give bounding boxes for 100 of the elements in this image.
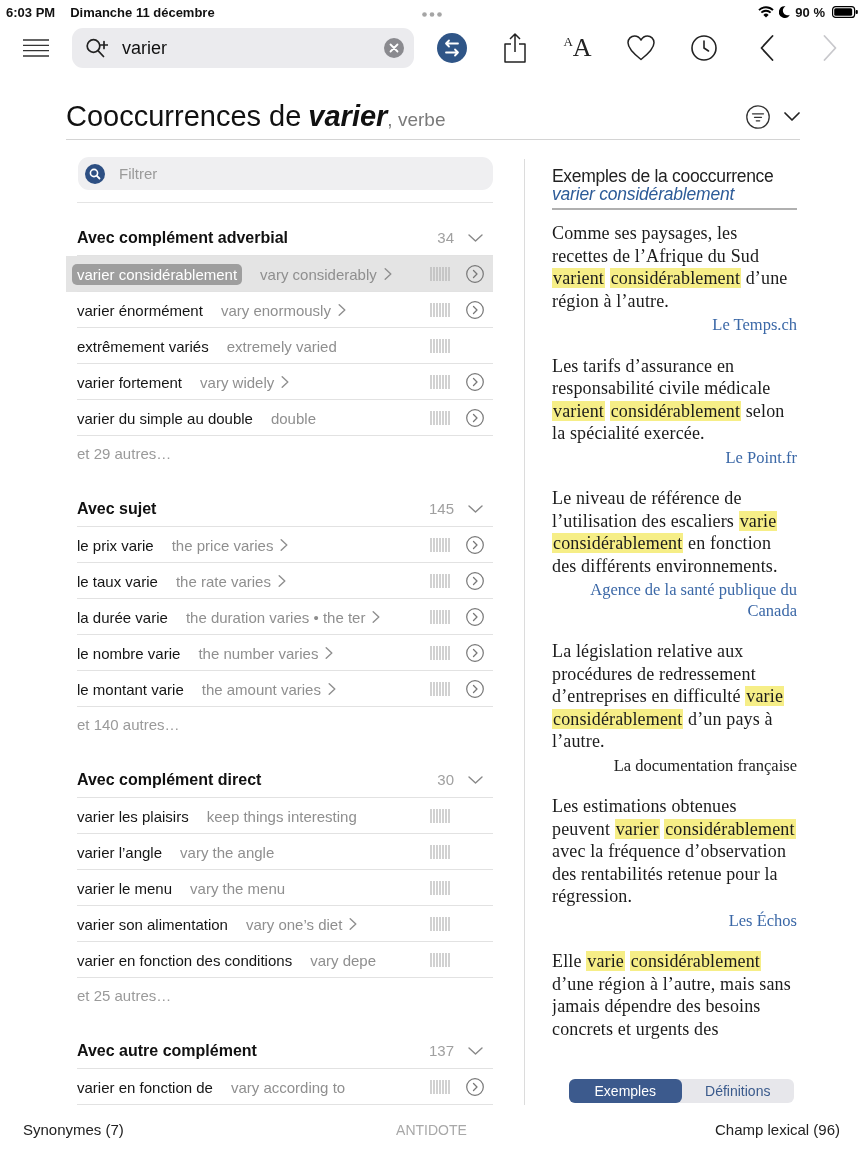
menu-icon[interactable] bbox=[23, 39, 49, 57]
source-link[interactable]: Les Échos bbox=[728, 910, 797, 931]
translation-text: vary widely bbox=[200, 373, 275, 391]
circled-chevron-icon[interactable] bbox=[466, 301, 484, 319]
translation-text: keep things interesting bbox=[206, 807, 357, 825]
circled-chevron-icon[interactable] bbox=[466, 373, 484, 391]
example-sentence: Comme ses paysages, les recettes de l’Afrique du Sud varient considérablement d’une région à l’autre. bbox=[552, 222, 789, 312]
frequency-bars-icon bbox=[430, 917, 450, 931]
source-link[interactable]: Agence de la santé publique du Canada bbox=[552, 580, 797, 621]
frequency-bars-icon bbox=[430, 303, 450, 317]
example-sentence: Les estimations obtenues peuvent varier considérablement avec la fréquence d’observation des rentabilités retenue pour la régression. bbox=[552, 795, 797, 908]
three-dots-icon[interactable] bbox=[422, 11, 442, 17]
term-label: varier du simple au double bbox=[77, 409, 253, 427]
example-sentence: Elle varie considérablement d’une région à l’autre, mais sans jamais dépendre des besoins concrets et urgents des bbox=[552, 950, 792, 1040]
frequency-bars-icon bbox=[430, 845, 450, 859]
status-time: 6:03 PM bbox=[6, 4, 56, 20]
frequency-bars-icon bbox=[430, 809, 450, 823]
translation-text: extremely varied bbox=[226, 337, 337, 355]
clear-icon[interactable] bbox=[384, 38, 404, 58]
translation-text: double bbox=[270, 409, 316, 427]
translation-text: vary the angle bbox=[180, 843, 275, 861]
translation-text: vary depe bbox=[310, 951, 376, 969]
source-link[interactable]: Le Point.fr bbox=[725, 447, 797, 468]
status-date: Dimanche 11 décembre bbox=[70, 4, 215, 20]
term-label: varier considérablement bbox=[72, 263, 243, 285]
segment-tab[interactable]: Définitions bbox=[681, 1079, 794, 1103]
section-title: Avec complément direct bbox=[77, 770, 262, 789]
chevron-left-icon[interactable] bbox=[759, 35, 774, 61]
circled-chevron-icon[interactable] bbox=[466, 265, 484, 283]
term-label: varier en fonction de bbox=[77, 1078, 213, 1096]
app-name-label: ANTIDOTE bbox=[396, 1121, 467, 1138]
term-label: varier en fonction des conditions bbox=[77, 951, 293, 969]
translation-text: vary enormously bbox=[220, 301, 331, 319]
term-label: extrêmement variés bbox=[77, 337, 209, 355]
result-count: 145 bbox=[428, 500, 454, 517]
magnifier-plus-icon bbox=[86, 38, 108, 58]
share-icon[interactable] bbox=[503, 33, 526, 63]
term-label: le montant varie bbox=[77, 680, 184, 698]
result-count: 30 bbox=[437, 771, 454, 788]
section-title: Avec autre complément bbox=[77, 1041, 257, 1060]
battery-percentage: 90 % bbox=[795, 4, 825, 20]
translation-text: vary according to bbox=[230, 1078, 346, 1096]
frequency-bars-icon bbox=[430, 610, 450, 624]
translation-text: the rate varies bbox=[175, 572, 271, 590]
battery-icon bbox=[832, 6, 858, 18]
translation-text: the price varies bbox=[171, 536, 274, 554]
translation-text: the duration varies • the ter bbox=[185, 608, 366, 626]
examples-heading: Exemples de la cooccurrence bbox=[552, 167, 775, 185]
lexical-field-link[interactable]: Champ lexical (96) bbox=[714, 1121, 840, 1138]
frequency-bars-icon bbox=[430, 574, 450, 588]
term-label: le prix varie bbox=[77, 536, 154, 554]
example-sentence: Les tarifs d’assurance en responsabilité civile médicale varient considérablement selon la spécialité exercée. bbox=[552, 354, 786, 445]
filter-icon[interactable] bbox=[746, 104, 770, 129]
translation-text: the amount varies bbox=[201, 680, 321, 698]
frequency-bars-icon bbox=[430, 1080, 450, 1094]
source-link[interactable]: Le Temps.ch bbox=[712, 315, 797, 336]
term-label: varier fortement bbox=[77, 373, 183, 391]
result-count: 34 bbox=[437, 229, 454, 246]
circled-chevron-icon[interactable] bbox=[466, 536, 484, 554]
result-count: 137 bbox=[428, 1042, 454, 1059]
frequency-bars-icon bbox=[430, 411, 450, 425]
synonyms-link[interactable]: Synonymes (7) bbox=[23, 1121, 124, 1138]
section-title: Avec sujet bbox=[77, 499, 157, 518]
circled-chevron-icon[interactable] bbox=[466, 1078, 484, 1096]
circled-chevron-icon[interactable] bbox=[466, 644, 484, 662]
term-label: varier son alimentation bbox=[77, 915, 228, 933]
translation-text: vary considerably bbox=[260, 265, 377, 283]
circled-chevron-icon[interactable] bbox=[466, 608, 484, 626]
search-field[interactable]: varier bbox=[72, 28, 414, 68]
term-label: varier l’angle bbox=[77, 843, 163, 861]
translation-text: vary one’s diet bbox=[245, 915, 343, 933]
term-label: varier le menu bbox=[77, 879, 173, 897]
frequency-bars-icon bbox=[430, 538, 450, 552]
term-label: le taux varie bbox=[77, 572, 158, 590]
frequency-bars-icon bbox=[430, 953, 450, 967]
source-label: La documentation française bbox=[613, 755, 797, 776]
circled-chevron-icon[interactable] bbox=[466, 680, 484, 698]
circled-chevron-icon[interactable] bbox=[466, 572, 484, 590]
term-label: varier les plaisirs bbox=[77, 807, 189, 825]
search-icon bbox=[85, 163, 105, 184]
heart-icon[interactable] bbox=[626, 35, 655, 61]
page-title: Cooccurrences de varier, verbe bbox=[66, 100, 446, 133]
swap-arrows-icon[interactable] bbox=[436, 33, 467, 63]
cooccurrence-term: varier considérablement bbox=[552, 185, 736, 203]
segment-tab[interactable]: Exemples bbox=[569, 1079, 682, 1103]
frequency-bars-icon bbox=[430, 682, 450, 696]
frequency-bars-icon bbox=[430, 339, 450, 353]
translation-text: the number varies bbox=[198, 644, 319, 662]
example-sentence: Le niveau de référence de l’utilisation des escaliers varie considérablement en fonction des différents environnements. bbox=[552, 487, 779, 577]
chevron-down-icon[interactable] bbox=[784, 112, 800, 121]
example-sentence: La législation relative aux procédures de redressement d’entreprises en difficulté varie considérablement d’un pays à l’autre. bbox=[552, 640, 786, 753]
frequency-bars-icon bbox=[430, 375, 450, 389]
frequency-bars-icon bbox=[430, 646, 450, 660]
moon-icon bbox=[779, 6, 791, 18]
term-label: le nombre varie bbox=[77, 644, 181, 662]
term-label: la durée varie bbox=[77, 608, 168, 626]
circled-chevron-icon[interactable] bbox=[466, 409, 484, 427]
translation-text: vary the menu bbox=[190, 879, 286, 897]
clock-icon[interactable] bbox=[690, 35, 717, 61]
section-title: Avec complément adverbial bbox=[77, 228, 289, 247]
